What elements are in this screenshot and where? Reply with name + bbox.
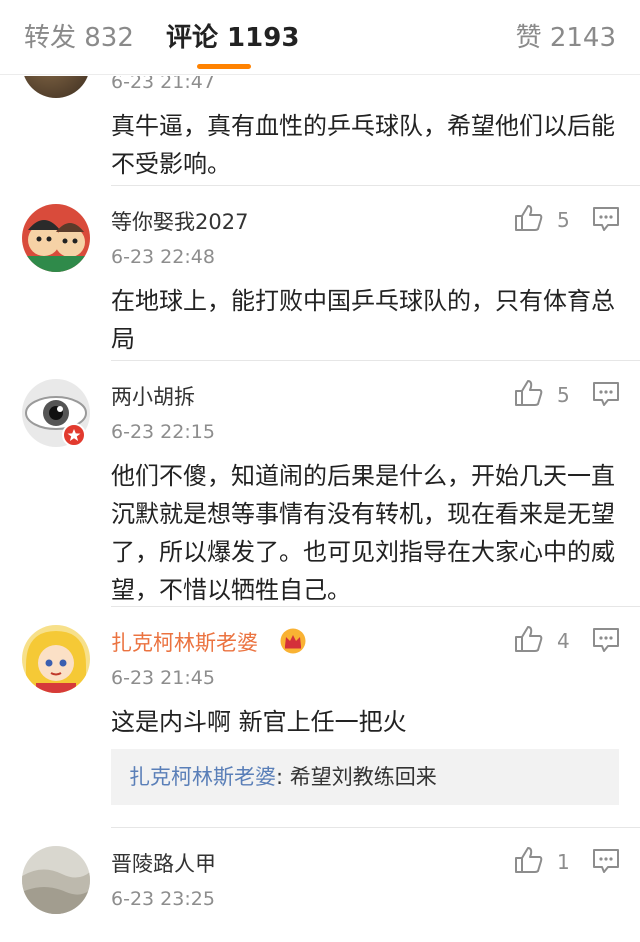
like-count: 5: [557, 208, 570, 232]
tab-reposts[interactable]: 转发 832: [24, 20, 134, 56]
reply-icon[interactable]: [592, 627, 620, 653]
divider: [111, 606, 640, 607]
comment-time: 6-23 21:45: [111, 667, 215, 689]
divider: [111, 185, 640, 186]
star-icon: [67, 429, 81, 441]
comment-text: 这是内斗啊 新官上任一把火: [111, 708, 407, 736]
comment-time: 6-23 22:48: [111, 246, 215, 268]
tab-bar: 转发 832 评论 1193 赞 2143: [0, 0, 640, 76]
comment-text: 在地球上，能打败中国乒乓球队的，只有体育总局: [111, 287, 615, 353]
like-count: 4: [557, 629, 570, 653]
thumbs-up-icon[interactable]: [514, 846, 544, 874]
comment-text: 他们不傻，知道闹的后果是什么，开始几天一直沉默就是想等事情有没有转机，现在看来是…: [111, 462, 615, 604]
comment-list: 6-23 21:47 真牛逼，真有血性的乒乓球队，希望他们以后能不受影响。 等你…: [0, 0, 640, 942]
active-tab-indicator: [197, 64, 251, 69]
reply-separator: :: [276, 765, 290, 789]
reply-preview[interactable]: 扎克柯林斯老婆: 希望刘教练回来: [111, 749, 619, 805]
comment-time: 6-23 23:25: [111, 888, 215, 910]
divider: [111, 827, 640, 828]
thumbs-up-icon[interactable]: [514, 204, 544, 232]
username[interactable]: 等你娶我2027: [111, 208, 248, 236]
avatar-image: [22, 846, 90, 914]
divider: [111, 360, 640, 361]
avatar-image: [22, 625, 90, 693]
comment-time: 6-23 22:15: [111, 421, 215, 443]
username[interactable]: 两小胡拆: [111, 383, 195, 411]
crown-icon: [280, 628, 306, 654]
reply-icon[interactable]: [592, 381, 620, 407]
username[interactable]: 扎克柯林斯老婆: [111, 629, 258, 657]
divider: [0, 74, 640, 75]
reply-icon[interactable]: [592, 206, 620, 232]
username[interactable]: 晋陵路人甲: [111, 850, 216, 878]
like-count: 1: [557, 850, 570, 874]
tab-comments[interactable]: 评论 1193: [166, 20, 299, 56]
comment-text: 真牛逼，真有血性的乒乓球队，希望他们以后能不受影响。: [111, 112, 615, 178]
reply-text: 希望刘教练回来: [289, 765, 437, 789]
verified-badge: [62, 423, 86, 447]
reply-icon[interactable]: [592, 848, 620, 874]
reply-line: 扎克柯林斯老婆: 希望刘教练回来: [129, 763, 437, 791]
reply-author[interactable]: 扎克柯林斯老婆: [129, 765, 276, 789]
avatar[interactable]: [22, 846, 90, 914]
tab-likes[interactable]: 赞 2143: [516, 20, 616, 56]
like-count: 5: [557, 383, 570, 407]
thumbs-up-icon[interactable]: [514, 379, 544, 407]
avatar[interactable]: [22, 625, 90, 693]
avatar-image: [22, 204, 90, 272]
thumbs-up-icon[interactable]: [514, 625, 544, 653]
avatar[interactable]: [22, 204, 90, 272]
